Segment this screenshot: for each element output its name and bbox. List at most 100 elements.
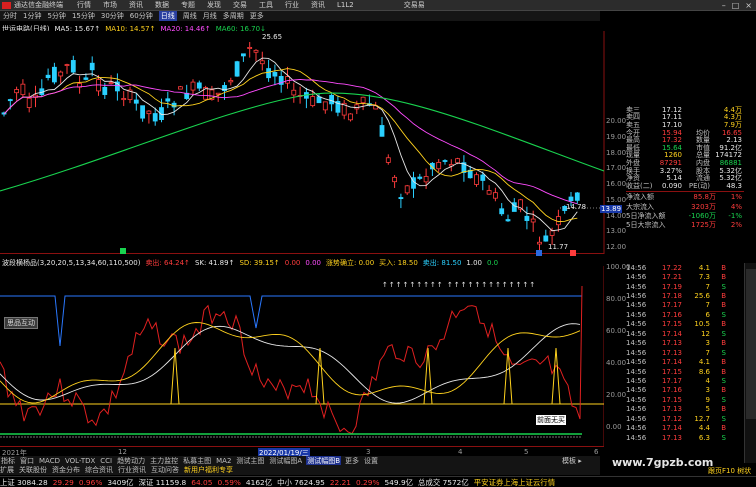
candlestick-chart[interactable] <box>0 31 624 254</box>
indicator-chart[interactable] <box>0 266 604 446</box>
signal-marker-icon <box>120 248 126 254</box>
tick-row[interactable]: 14:56 17.16 6 S <box>626 310 744 319</box>
maximize-icon[interactable]: □ <box>732 1 740 10</box>
signal-spike <box>503 347 513 405</box>
candle-body <box>316 96 322 104</box>
menu-item-hq[interactable]: 行情 <box>77 0 91 10</box>
f10-link[interactable]: 跟页F10 树状 <box>708 466 751 476</box>
tick-row[interactable]: 14:56 17.13 5 B <box>626 405 744 414</box>
status-bar: 上证 3084.28 29.29 0.96% 3409亿 深证 11159.8 64.05… <box>0 476 756 487</box>
indicator-tab[interactable]: VOL-TDX <box>64 457 96 465</box>
period-15min[interactable]: 15分钟 <box>72 11 95 21</box>
signal-marker-icon <box>570 250 576 256</box>
period-30min[interactable]: 30分钟 <box>101 11 124 21</box>
candle-body <box>455 158 461 164</box>
ext-tab[interactable]: 资金分布 <box>52 465 80 475</box>
tick-row[interactable]: 14:56 17.17 7 B <box>626 301 744 310</box>
quote-value: 0.090 <box>661 181 682 190</box>
candle-body <box>354 104 360 110</box>
candle-body <box>83 77 89 80</box>
period-more[interactable]: 更多 <box>250 11 264 21</box>
template-button[interactable]: 模板 ▸ <box>562 456 582 466</box>
menu-item-trade[interactable]: 交易 <box>233 0 247 10</box>
signal-spike <box>315 347 325 405</box>
tick-side: B <box>721 263 726 272</box>
trade-badge[interactable]: 交易易 <box>404 0 425 10</box>
ext-tab[interactable]: 行业资讯 <box>118 465 146 475</box>
tick-time: 14:56 <box>626 433 647 442</box>
menu-item-data[interactable]: 数据 <box>155 0 169 10</box>
period-1min[interactable]: 1分钟 <box>23 11 41 21</box>
candle-body <box>140 105 146 119</box>
menu-item-tools[interactable]: 工具 <box>259 0 273 10</box>
tick-row[interactable]: 14:56 17.17 4 S <box>626 376 744 385</box>
menu-item-l1l2[interactable]: L1L2 <box>337 1 354 9</box>
tick-side: B <box>721 301 726 310</box>
tick-row[interactable]: 14:56 17.13 7 S <box>626 348 744 357</box>
trades-scrollbar[interactable] <box>744 263 756 463</box>
period-multi[interactable]: 多周期 <box>223 11 244 21</box>
tick-volume: 6 <box>705 310 710 319</box>
tick-row[interactable]: 14:56 17.14 4.4 B <box>626 423 744 432</box>
tick-side: S <box>721 395 726 404</box>
indicator-tab[interactable]: MACD <box>38 457 61 465</box>
tick-side: B <box>721 367 726 376</box>
app-title: 通达信金融终端 <box>14 1 63 9</box>
candle-body <box>121 98 127 101</box>
y-label: 17.00 <box>606 164 627 172</box>
signal-spike <box>551 347 561 405</box>
tick-side: B <box>721 273 726 282</box>
candle-body <box>26 97 32 108</box>
tick-row[interactable]: 14:56 17.21 7.3 B <box>626 272 744 281</box>
ext-tab[interactable]: 互动问答 <box>151 465 179 475</box>
tick-row[interactable]: 14:56 17.15 10.5 B <box>626 320 744 329</box>
ext-tab[interactable]: 关联股份 <box>19 465 47 475</box>
ext-tab[interactable]: 综合资讯 <box>85 465 113 475</box>
period-60min[interactable]: 60分钟 <box>130 11 153 21</box>
tick-row[interactable]: 14:56 17.14 4.1 B <box>626 357 744 366</box>
period-daily[interactable]: 日线 <box>158 11 177 21</box>
tick-row[interactable]: 14:56 17.13 3 B <box>626 339 744 348</box>
candle-body <box>360 96 366 104</box>
close-icon[interactable]: × <box>745 1 752 10</box>
period-weekly[interactable]: 周线 <box>183 11 197 21</box>
minimize-icon[interactable]: – <box>722 1 726 10</box>
tick-row[interactable]: 14:56 17.12 12.7 S <box>626 414 744 423</box>
period-monthly[interactable]: 月线 <box>203 11 217 21</box>
tick-price: 17.12 <box>661 414 682 423</box>
tick-price: 17.14 <box>661 358 682 367</box>
tick-price: 17.15 <box>661 395 682 404</box>
menu-item-news[interactable]: 资讯 <box>129 0 143 10</box>
ext-tab[interactable]: 扩展 <box>0 465 14 475</box>
indicator-tab[interactable]: MA2 <box>215 457 232 465</box>
indicator-tab[interactable]: CCI <box>99 457 113 465</box>
scrollbar-thumb[interactable] <box>746 269 756 419</box>
candle-body <box>530 218 536 223</box>
menu-item-market[interactable]: 市场 <box>103 0 117 10</box>
candle-body <box>492 192 498 199</box>
ind-y-label: 60.00 <box>606 327 627 335</box>
period-5min[interactable]: 5分钟 <box>47 11 65 21</box>
period-timeshare[interactable]: 分时 <box>3 11 17 21</box>
tick-row[interactable]: 14:56 17.16 3 B <box>626 386 744 395</box>
tick-row[interactable]: 14:56 17.18 25.6 B <box>626 291 744 300</box>
sell-threshold-line <box>0 295 582 347</box>
trade-ticks-panel[interactable]: 14:56 17.22 4.1 B 14:56 17.21 7.3 B 14:56 17.19 7 S… <box>626 263 744 442</box>
tick-row[interactable]: 14:56 17.19 7 S <box>626 282 744 291</box>
tick-price: 17.19 <box>661 282 682 291</box>
tick-row[interactable]: 14:56 17.15 9 S <box>626 395 744 404</box>
menu-item-discover[interactable]: 发现 <box>207 0 221 10</box>
menu-item-topic[interactable]: 专题 <box>181 0 195 10</box>
annotation-label[interactable]: 思品互动 <box>4 317 38 329</box>
candle-body <box>417 176 423 179</box>
menu-item-industry[interactable]: 行业 <box>285 0 299 10</box>
candle-body <box>442 160 448 162</box>
tick-row[interactable]: 14:56 17.14 12 S <box>626 329 744 338</box>
candle-body <box>64 64 70 66</box>
tick-row[interactable]: 14:56 17.15 8.6 B <box>626 367 744 376</box>
tick-row[interactable]: 14:56 17.13 6.3 S <box>626 433 744 442</box>
quote-panel: 卖三 17.12 4.4万 卖四 17.11 4.3万 卖五 17.10 7.9万 今开 15.94… <box>626 106 744 230</box>
menu-item-news2[interactable]: 资讯 <box>311 0 325 10</box>
tick-row[interactable]: 14:56 17.22 4.1 B <box>626 263 744 272</box>
ext-tab[interactable]: 新用户福利专享 <box>184 465 233 475</box>
